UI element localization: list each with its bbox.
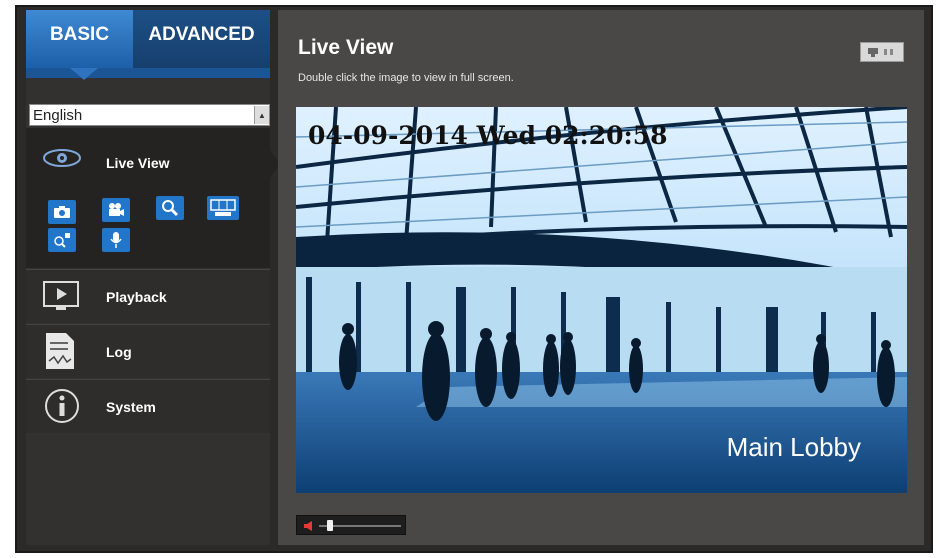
sidebar: BASIC ADVANCED English ▲ Live View Playb…	[26, 10, 280, 545]
sidebar-item-live-view[interactable]: Live View	[26, 128, 270, 268]
fullscreen-icon	[868, 48, 893, 57]
tab-strip	[26, 68, 270, 78]
fullscreen-button[interactable]	[860, 42, 904, 62]
zoom-icon[interactable]	[156, 196, 184, 220]
tab-basic[interactable]: BASIC	[26, 10, 133, 68]
page-title: Live View	[298, 36, 394, 59]
live-video[interactable]: 04-09-2014 Wed 02:20:58 Main Lobby	[296, 107, 907, 493]
sidebar-item-playback-label: Playback	[106, 289, 167, 305]
record-icon[interactable]	[102, 198, 130, 222]
tab-basic-label: BASIC	[49, 24, 110, 45]
codec-icon[interactable]	[207, 196, 239, 220]
tab-advanced[interactable]: ADVANCED	[133, 10, 270, 68]
speaker-icon	[304, 521, 312, 531]
video-timestamp: 04-09-2014 Wed 02:20:58	[308, 121, 668, 150]
fullscreen-hint: Double click the image to view in full s…	[298, 72, 514, 84]
playback-icon	[43, 281, 79, 310]
log-icon	[46, 333, 74, 369]
sidebar-item-playback[interactable]: Playback	[26, 269, 270, 323]
main-panel: Live View Double click the image to view…	[278, 10, 924, 545]
tab-advanced-label: ADVANCED	[148, 24, 255, 45]
sidebar-item-system-label: System	[106, 399, 156, 415]
camera-name-overlay: Main Lobby	[726, 432, 861, 462]
sidebar-item-log-label: Log	[106, 344, 132, 360]
sidebar-item-log[interactable]: Log	[26, 324, 270, 378]
info-icon	[45, 389, 79, 423]
language-select[interactable]: English ▲	[29, 104, 270, 126]
snapshot-icon[interactable]	[48, 200, 76, 224]
digital-zoom-icon[interactable]	[48, 228, 76, 252]
active-tab-pointer	[70, 68, 98, 80]
eye-icon	[43, 149, 81, 167]
microphone-icon[interactable]	[102, 228, 130, 252]
language-value: English	[33, 106, 83, 124]
volume-handle[interactable]	[327, 520, 333, 531]
sidebar-item-live-view-label: Live View	[106, 155, 170, 171]
dropdown-arrow-icon[interactable]: ▲	[254, 106, 269, 124]
volume-slider[interactable]	[296, 515, 406, 535]
sidebar-item-system[interactable]: System	[26, 379, 270, 433]
